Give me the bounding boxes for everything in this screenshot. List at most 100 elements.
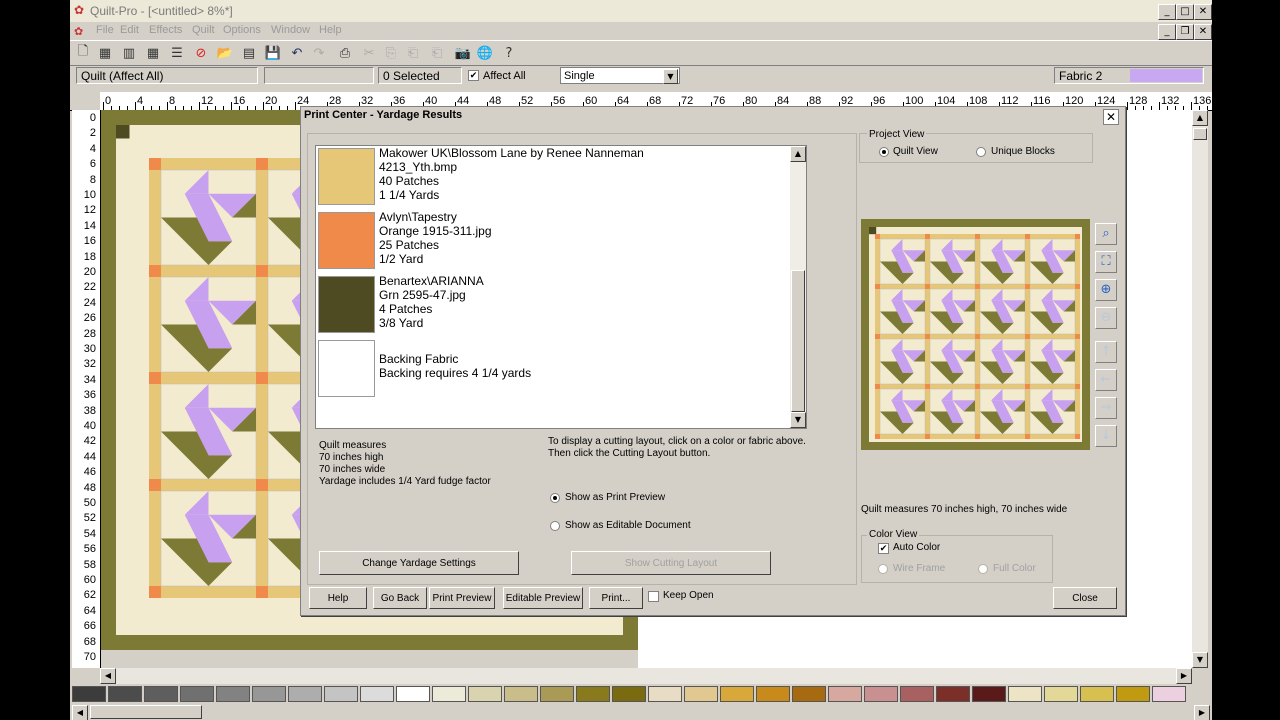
grid-add-icon[interactable]: ▦ <box>96 44 114 62</box>
menu-options[interactable]: Options <box>223 24 261 36</box>
palette-icon[interactable]: ▤ <box>240 44 258 62</box>
down-arrow-icon[interactable]: ↓ <box>1095 425 1117 447</box>
undo-icon[interactable]: ↶ <box>288 44 306 62</box>
menu-window[interactable]: Window <box>271 24 310 36</box>
palette-swatch[interactable] <box>432 686 466 702</box>
print-icon[interactable]: ⎙ <box>336 44 354 62</box>
palette-swatch[interactable] <box>648 686 682 702</box>
cut-icon[interactable]: ✂ <box>360 44 378 62</box>
palette-swatch[interactable] <box>1116 686 1150 702</box>
print-button[interactable]: Print... <box>589 587 643 609</box>
zoom-in-icon[interactable]: ⊕ <box>1095 279 1117 301</box>
vertical-scroll-thumb[interactable] <box>1193 128 1207 140</box>
go-back-button[interactable]: Go Back <box>373 587 427 609</box>
redo-icon[interactable]: ↷ <box>310 44 328 62</box>
fabric-list-scrollbar[interactable]: ▲ ▼ <box>790 146 806 428</box>
dialog-close-button[interactable]: ✕ <box>1103 109 1119 125</box>
fit-icon[interactable]: ⛶ <box>1095 251 1117 273</box>
palette-swatch[interactable] <box>72 686 106 702</box>
palette-swatch[interactable] <box>252 686 286 702</box>
editable-preview-button[interactable]: Editable Preview <box>503 587 583 609</box>
no-fabric-icon[interactable]: ⊘ <box>192 44 210 62</box>
close-button[interactable]: ✕ <box>1194 4 1212 20</box>
copy-icon[interactable]: ⎘ <box>382 44 400 62</box>
palette-swatch[interactable] <box>720 686 754 702</box>
menu-effects[interactable]: Effects <box>149 24 182 36</box>
help-button[interactable]: Help <box>309 587 367 609</box>
palette-swatch[interactable] <box>1008 686 1042 702</box>
palette-swatch[interactable] <box>288 686 322 702</box>
list-scroll-thumb[interactable] <box>791 270 805 412</box>
grid-icon[interactable]: ▥ <box>120 44 138 62</box>
affect-all-checkbox[interactable]: ✔ <box>468 70 479 81</box>
zoom-icon[interactable]: ⌕ <box>1095 223 1117 245</box>
full-color-radio[interactable] <box>978 564 988 574</box>
palette-swatch[interactable] <box>900 686 934 702</box>
doc-close-button[interactable]: ✕ <box>1194 24 1212 40</box>
block-icon[interactable]: ▦ <box>144 44 162 62</box>
palette-swatch[interactable] <box>216 686 250 702</box>
fabric-row[interactable]: Makower UK\Blossom Lane by Renee Nannema… <box>316 146 790 210</box>
palette-swatch[interactable] <box>684 686 718 702</box>
palette-swatch[interactable] <box>936 686 970 702</box>
select-mode-dropdown[interactable]: Single ▼ <box>560 67 680 84</box>
globe-icon[interactable]: 🌐 <box>476 44 494 62</box>
palette-scroll-left[interactable]: ◀ <box>72 705 88 720</box>
scroll-down-arrow[interactable]: ▼ <box>1192 652 1208 668</box>
auto-color-checkbox[interactable]: ✔ <box>878 543 889 554</box>
scroll-up-arrow[interactable]: ▲ <box>1192 110 1208 126</box>
fabric-list[interactable]: Makower UK\Blossom Lane by Renee Nannema… <box>315 145 807 429</box>
editable-document-radio[interactable] <box>550 521 560 531</box>
palette-swatch[interactable] <box>864 686 898 702</box>
scroll-right-arrow[interactable]: ▶ <box>1176 668 1192 684</box>
palette-swatch[interactable] <box>1080 686 1114 702</box>
new-icon[interactable]: 🗋 <box>74 44 92 62</box>
palette-swatch[interactable] <box>468 686 502 702</box>
palette-swatch[interactable] <box>180 686 214 702</box>
minimize-button[interactable]: _ <box>1158 4 1176 20</box>
horizontal-scrollbar[interactable]: ◀ ▶ <box>100 668 1192 684</box>
paste-special-icon[interactable]: ⎗ <box>428 44 446 62</box>
fabric-row[interactable]: Benartex\ARIANNA Grn 2595-47.jpg 4 Patch… <box>316 274 790 338</box>
palette-swatch[interactable] <box>612 686 646 702</box>
palette-swatch[interactable] <box>1044 686 1078 702</box>
show-cutting-layout-button[interactable]: Show Cutting Layout <box>571 551 771 575</box>
doc-minimize-button[interactable]: _ <box>1158 24 1176 40</box>
palette-scrollbar[interactable]: ◀ ▶ <box>70 704 1212 720</box>
list-scroll-up[interactable]: ▲ <box>790 146 806 162</box>
layout-icon[interactable]: ☰ <box>168 44 186 62</box>
quilt-preview[interactable] <box>861 219 1090 450</box>
unique-blocks-radio[interactable] <box>976 147 986 157</box>
scroll-left-arrow[interactable]: ◀ <box>100 668 116 684</box>
list-scroll-down[interactable]: ▼ <box>790 412 806 428</box>
menu-help[interactable]: Help <box>319 24 342 36</box>
maximize-button[interactable]: □ <box>1176 4 1194 20</box>
palette-swatch[interactable] <box>1152 686 1186 702</box>
palette-swatch[interactable] <box>576 686 610 702</box>
menu-edit[interactable]: Edit <box>120 24 139 36</box>
palette-swatch[interactable] <box>756 686 790 702</box>
quilt-view-radio[interactable] <box>879 147 889 157</box>
change-yardage-settings-button[interactable]: Change Yardage Settings <box>319 551 519 575</box>
vertical-scrollbar[interactable]: ▲ ▼ <box>1192 110 1208 668</box>
palette-swatch[interactable] <box>792 686 826 702</box>
palette-scroll-thumb[interactable] <box>90 705 202 719</box>
zoom-out-icon[interactable]: ⊖ <box>1095 307 1117 329</box>
wire-frame-radio[interactable] <box>878 564 888 574</box>
palette-swatch[interactable] <box>144 686 178 702</box>
menu-quilt[interactable]: Quilt <box>192 24 215 36</box>
close-dialog-button[interactable]: Close <box>1053 587 1117 609</box>
fabric-color-swatch[interactable] <box>1130 69 1202 82</box>
up-arrow-icon[interactable]: ↑ <box>1095 341 1117 363</box>
keep-open-checkbox[interactable] <box>648 591 659 602</box>
print-preview-radio[interactable] <box>550 493 560 503</box>
doc-restore-button[interactable]: ❐ <box>1176 24 1194 40</box>
palette-swatch[interactable] <box>972 686 1006 702</box>
palette-swatch[interactable] <box>396 686 430 702</box>
palette-swatch[interactable] <box>324 686 358 702</box>
palette-swatch[interactable] <box>828 686 862 702</box>
palette-swatch[interactable] <box>540 686 574 702</box>
palette-swatch[interactable] <box>360 686 394 702</box>
right-arrow-icon[interactable]: → <box>1095 397 1117 419</box>
fabric-row[interactable]: Avlyn\Tapestry Orange 1915-311.jpg 25 Pa… <box>316 210 790 274</box>
